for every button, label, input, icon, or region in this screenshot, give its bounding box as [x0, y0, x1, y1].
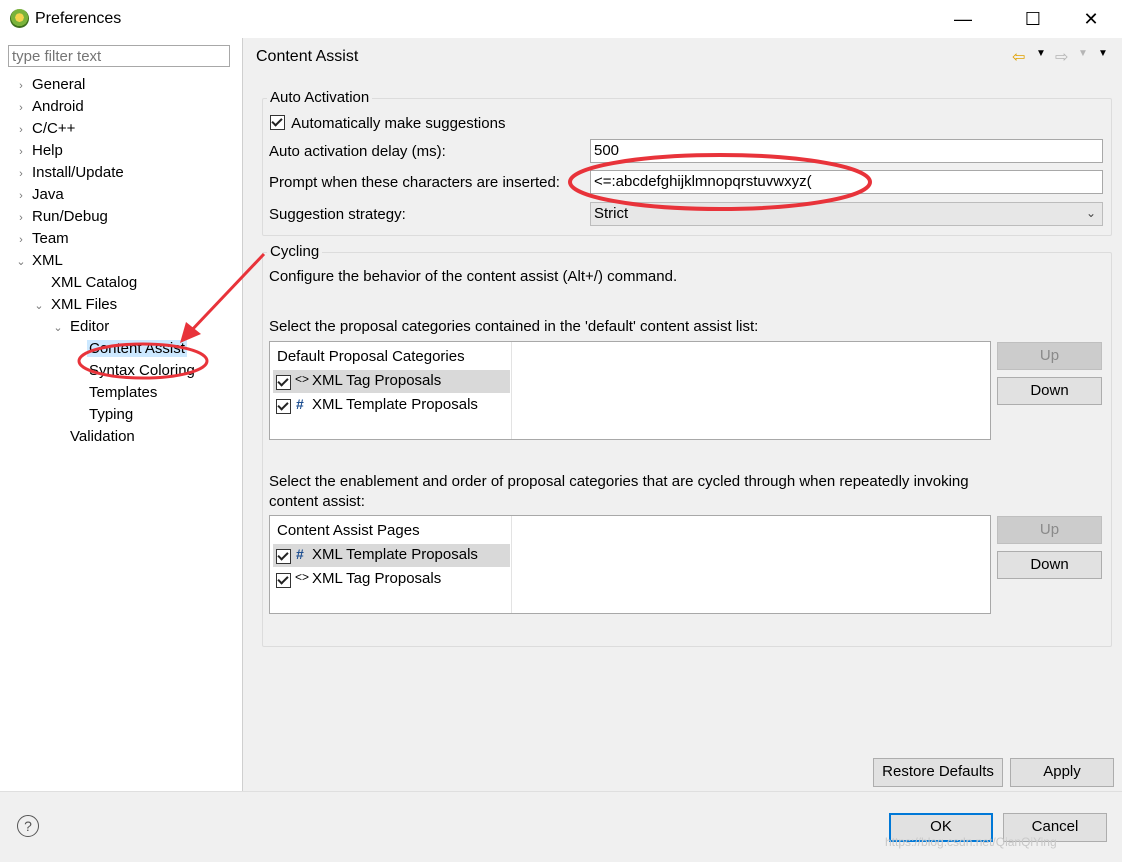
strategy-select[interactable]: Strict ⌄: [590, 202, 1103, 226]
pages-down-button[interactable]: Down: [997, 551, 1102, 579]
chevron-right-icon[interactable]: ›: [14, 141, 28, 163]
window-title: Preferences: [35, 10, 122, 27]
row-checkbox[interactable]: [276, 375, 291, 390]
strategy-label: Suggestion strategy:: [269, 206, 406, 223]
table-row[interactable]: <> XML Tag Proposals: [273, 370, 510, 393]
tree-item-general[interactable]: › General: [14, 74, 195, 96]
tree-item-syntax-coloring[interactable]: Syntax Coloring: [14, 360, 195, 382]
delay-label: Auto activation delay (ms):: [269, 143, 446, 160]
filter-input[interactable]: [8, 45, 230, 67]
close-button[interactable]: ✕: [1068, 0, 1114, 38]
chevron-right-icon[interactable]: ›: [14, 75, 28, 97]
chevron-down-icon[interactable]: ⌄: [1086, 206, 1096, 220]
eclipse-app-icon: [10, 9, 29, 28]
tree-item-xml[interactable]: ⌄ XML: [14, 250, 195, 272]
restore-defaults-button[interactable]: Restore Defaults: [873, 758, 1003, 787]
preference-tree: › General › Android › C/C++ › Help › Install/…: [14, 74, 195, 448]
forward-arrow-icon[interactable]: ⇨: [1055, 47, 1068, 67]
table-row[interactable]: # XML Template Proposals: [273, 544, 510, 567]
tree-item-xml-files[interactable]: ⌄ XML Files: [14, 294, 195, 316]
cycling-label: Cycling: [267, 243, 323, 260]
chevron-right-icon[interactable]: ›: [14, 163, 28, 185]
auto-activation-label: Auto Activation: [267, 89, 373, 106]
up-button[interactable]: Up: [997, 342, 1102, 370]
prompt-chars-label: Prompt when these characters are inserte…: [269, 174, 560, 191]
tree-item-java[interactable]: › Java: [14, 184, 195, 206]
view-menu-icon[interactable]: ▼: [1098, 48, 1108, 59]
table-header[interactable]: Content Assist Pages: [277, 522, 420, 539]
row-checkbox[interactable]: [276, 549, 291, 564]
back-arrow-icon[interactable]: ⇦: [1012, 47, 1025, 67]
chevron-right-icon[interactable]: ›: [14, 207, 28, 229]
chevron-right-icon[interactable]: ›: [14, 119, 28, 141]
tree-item-templates[interactable]: Templates: [14, 382, 195, 404]
tree-item-content-assist[interactable]: Content Assist: [14, 338, 195, 360]
chevron-down-icon[interactable]: ⌄: [32, 295, 46, 317]
pages-up-button[interactable]: Up: [997, 516, 1102, 544]
maximize-button[interactable]: ☐: [1010, 0, 1056, 38]
strategy-value: Strict: [594, 205, 629, 222]
row-checkbox[interactable]: [276, 573, 291, 588]
auto-suggest-checkbox-row[interactable]: Automatically make suggestions: [270, 115, 505, 132]
tree-item-validation[interactable]: Validation: [14, 426, 195, 448]
column-divider: [511, 516, 512, 613]
auto-suggest-label: Automatically make suggestions: [291, 115, 506, 132]
auto-suggest-checkbox[interactable]: [270, 115, 285, 130]
forward-dropdown-icon[interactable]: ▼: [1078, 48, 1088, 59]
row-label: XML Tag Proposals: [312, 570, 442, 587]
row-checkbox[interactable]: [276, 399, 291, 414]
chevron-right-icon[interactable]: ›: [14, 97, 28, 119]
template-icon: #: [296, 396, 304, 412]
minimize-button[interactable]: —: [940, 0, 986, 38]
tree-item-editor[interactable]: ⌄ Editor: [14, 316, 195, 338]
default-categories-table[interactable]: Default Proposal Categories <> XML Tag P…: [269, 341, 991, 440]
chevron-right-icon[interactable]: ›: [14, 185, 28, 207]
row-label: XML Template Proposals: [312, 396, 478, 413]
tree-item-run-debug[interactable]: › Run/Debug: [14, 206, 195, 228]
cycle-list-label-line1: Select the enablement and order of propo…: [269, 473, 969, 490]
tree-item-ccpp[interactable]: › C/C++: [14, 118, 195, 140]
row-label: XML Template Proposals: [312, 546, 478, 563]
tree-item-install-update[interactable]: › Install/Update: [14, 162, 195, 184]
row-label: XML Tag Proposals: [312, 372, 442, 389]
chevron-right-icon[interactable]: ›: [14, 229, 28, 251]
default-list-label: Select the proposal categories contained…: [269, 318, 759, 335]
tree-item-android[interactable]: › Android: [14, 96, 195, 118]
tree-item-xml-catalog[interactable]: XML Catalog: [14, 272, 195, 294]
cycle-list-label: Select the enablement and order of propo…: [269, 472, 1059, 512]
table-row[interactable]: # XML Template Proposals: [273, 394, 510, 417]
tag-icon: <>: [295, 570, 310, 584]
page-title: Content Assist: [256, 48, 359, 65]
cycling-description: Configure the behavior of the content as…: [269, 268, 678, 285]
tree-item-typing[interactable]: Typing: [14, 404, 195, 426]
table-row[interactable]: <> XML Tag Proposals: [273, 568, 510, 591]
tree-item-help[interactable]: › Help: [14, 140, 195, 162]
content-assist-pages-table[interactable]: Content Assist Pages # XML Template Prop…: [269, 515, 991, 614]
apply-button[interactable]: Apply: [1010, 758, 1114, 787]
cycle-list-label-line2: content assist:: [269, 493, 365, 510]
template-icon: #: [296, 546, 304, 562]
down-button[interactable]: Down: [997, 377, 1102, 405]
watermark: https://blog.csdn.net/QianQiYing: [885, 835, 1057, 849]
table-header[interactable]: Default Proposal Categories: [277, 348, 465, 365]
chevron-down-icon[interactable]: ⌄: [14, 251, 28, 273]
help-icon[interactable]: ?: [17, 815, 39, 837]
delay-input[interactable]: 500: [590, 139, 1103, 163]
column-divider: [511, 342, 512, 439]
tag-icon: <>: [295, 372, 310, 386]
tree-item-team[interactable]: › Team: [14, 228, 195, 250]
prompt-chars-input[interactable]: <=:abcdefghijklmnopqrstuvwxyz(: [590, 170, 1103, 194]
chevron-down-icon[interactable]: ⌄: [51, 317, 65, 339]
back-dropdown-icon[interactable]: ▼: [1036, 48, 1046, 59]
